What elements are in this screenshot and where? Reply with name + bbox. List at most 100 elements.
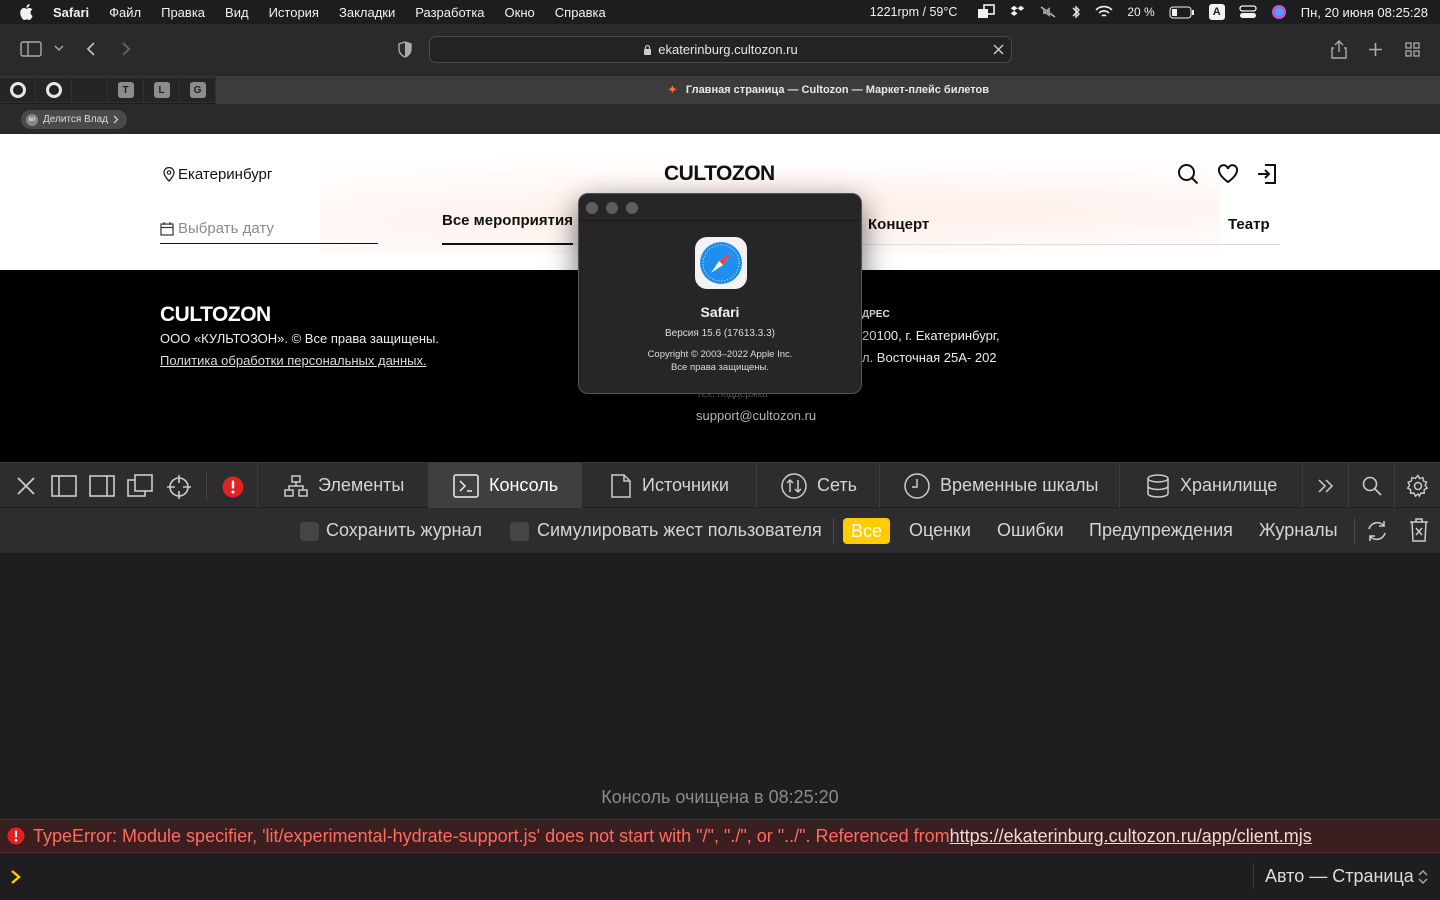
- about-safari-dialog: Safari Версия 15.6 (17613.3.3) Copyright…: [578, 193, 862, 394]
- pinned-tab-g[interactable]: G: [180, 78, 215, 102]
- active-tab[interactable]: ✦ Главная страница — Cultozon — Маркет-п…: [216, 76, 1440, 104]
- input-source-icon[interactable]: A: [1208, 4, 1225, 20]
- error-indicator-icon[interactable]: [222, 476, 244, 498]
- devtools-tab-bar: Элементы Консоль Источники Сеть Временны…: [0, 462, 1440, 508]
- devtools-settings-button[interactable]: [1394, 463, 1440, 508]
- menu-bookmarks[interactable]: Закладки: [339, 5, 395, 20]
- date-picker-placeholder: Выбрать дату: [178, 220, 274, 237]
- support-email-link[interactable]: support@cultozon.ru: [696, 408, 816, 423]
- nav-concert[interactable]: Концерт: [868, 216, 929, 233]
- control-center-icon[interactable]: [1239, 5, 1257, 19]
- pinned-tab-t[interactable]: T: [108, 78, 143, 102]
- pinned-tab-l[interactable]: L: [144, 78, 179, 102]
- filter-logs[interactable]: Журналы: [1259, 520, 1338, 541]
- city-selector[interactable]: Екатеринбург: [163, 166, 272, 183]
- dock-left-icon[interactable]: [51, 475, 77, 497]
- tab-overview-icon[interactable]: [1405, 42, 1420, 57]
- dropbox-icon[interactable]: [1009, 4, 1025, 20]
- battery-icon[interactable]: [1169, 6, 1195, 19]
- lock-icon: [643, 44, 652, 56]
- back-icon[interactable]: [85, 41, 97, 57]
- location-pin-icon: [163, 167, 175, 182]
- shared-by-chip[interactable]: вл Делится Влад: [21, 110, 127, 129]
- pinned-tab-github-1[interactable]: [0, 78, 35, 102]
- tab-console[interactable]: Консоль: [428, 463, 581, 508]
- tab-sources[interactable]: Источники: [581, 463, 756, 508]
- close-devtools-icon[interactable]: [16, 476, 36, 496]
- menu-file[interactable]: Файл: [109, 5, 141, 20]
- tab-timelines[interactable]: Временные шкалы: [879, 463, 1119, 508]
- dock-right-icon[interactable]: [89, 475, 115, 497]
- screens-icon[interactable]: [977, 4, 996, 20]
- address-bar[interactable]: ekaterinburg.cultozon.ru: [429, 36, 1012, 63]
- login-icon[interactable]: [1256, 163, 1278, 185]
- fan-temp-status[interactable]: 1221rpm / 59°C: [870, 5, 958, 19]
- tab-network[interactable]: Сеть: [756, 463, 879, 508]
- filter-errors[interactable]: Ошибки: [997, 520, 1064, 541]
- window-minimize-button[interactable]: [606, 202, 618, 214]
- elements-icon: [284, 474, 308, 497]
- double-chevron-right-icon: [1317, 478, 1335, 494]
- execution-context-select[interactable]: Авто — Страница: [1265, 866, 1428, 887]
- console-icon: [453, 473, 479, 498]
- share-icon[interactable]: [1331, 40, 1347, 59]
- nav-all-events[interactable]: Все мероприятия: [442, 212, 573, 245]
- more-tabs-button[interactable]: [1302, 463, 1348, 508]
- filter-evaluations[interactable]: Оценки: [909, 520, 971, 541]
- city-label: Екатеринбург: [178, 166, 273, 183]
- shared-with-you-bar: [0, 104, 1440, 134]
- site-logo[interactable]: CULTOZON: [664, 162, 775, 186]
- chevron-down-icon[interactable]: [54, 44, 64, 52]
- tab-storage[interactable]: Хранилище: [1119, 463, 1302, 508]
- menu-help[interactable]: Справка: [555, 5, 606, 20]
- siri-icon[interactable]: [1271, 4, 1287, 20]
- shared-by-label: Делится Влад: [43, 114, 108, 125]
- nav-theatre[interactable]: Театр: [1228, 216, 1270, 233]
- apple-icon[interactable]: [19, 4, 33, 20]
- menu-history[interactable]: История: [269, 5, 319, 20]
- menu-app-name[interactable]: Safari: [53, 5, 89, 20]
- wifi-icon[interactable]: [1095, 5, 1113, 19]
- pinned-tab-github-2[interactable]: [36, 78, 71, 102]
- search-icon: [1362, 476, 1382, 496]
- reload-icon[interactable]: [1365, 519, 1389, 543]
- forward-icon[interactable]: [120, 41, 132, 57]
- menu-edit[interactable]: Правка: [161, 5, 205, 20]
- menu-window[interactable]: Окно: [505, 5, 535, 20]
- sidebar-toggle-icon[interactable]: [20, 41, 42, 57]
- privacy-policy-link[interactable]: Политика обработки персональных данных.: [160, 353, 427, 368]
- search-icon[interactable]: [1177, 163, 1199, 185]
- favorites-heart-icon[interactable]: [1217, 164, 1239, 184]
- window-zoom-button[interactable]: [626, 202, 638, 214]
- menu-bar: Safari Файл Правка Вид История Закладки …: [0, 0, 1440, 24]
- tab-elements[interactable]: Элементы: [257, 463, 428, 508]
- chevron-right-icon: [113, 115, 119, 124]
- date-picker[interactable]: Выбрать дату: [160, 214, 378, 244]
- footer-logo[interactable]: CULTOZON: [160, 303, 271, 327]
- mute-icon[interactable]: [1039, 4, 1057, 20]
- simulate-gesture-label[interactable]: Симулировать жест пользователя: [537, 520, 822, 541]
- inspect-element-icon[interactable]: [166, 474, 192, 500]
- clear-url-icon[interactable]: [993, 44, 1004, 55]
- simulate-gesture-checkbox[interactable]: [510, 522, 529, 541]
- github-icon: [9, 82, 26, 98]
- devtools-search-button[interactable]: [1348, 463, 1394, 508]
- preserve-log-checkbox[interactable]: [300, 522, 319, 541]
- clear-console-trash-icon[interactable]: [1409, 518, 1429, 542]
- menu-view[interactable]: Вид: [225, 5, 249, 20]
- pinned-tab-blank[interactable]: [72, 78, 107, 102]
- detach-window-icon[interactable]: [127, 474, 153, 498]
- new-tab-icon[interactable]: [1368, 42, 1383, 57]
- battery-percent[interactable]: 20 %: [1127, 5, 1154, 19]
- filter-all[interactable]: Все: [843, 518, 891, 544]
- about-rights: Все права защищены.: [670, 362, 770, 373]
- preserve-log-label[interactable]: Сохранить журнал: [326, 520, 482, 541]
- menu-develop[interactable]: Разработка: [415, 5, 484, 20]
- menubar-clock[interactable]: Пн, 20 июня 08:25:28: [1301, 5, 1428, 20]
- privacy-shield-icon[interactable]: [397, 41, 413, 59]
- error-source-link[interactable]: https://ekaterinburg.cultozon.ru/app/cli…: [950, 826, 1312, 847]
- bluetooth-icon[interactable]: [1071, 4, 1081, 20]
- window-close-button[interactable]: [586, 202, 598, 214]
- console-prompt-row[interactable]: Авто — Страница: [0, 853, 1440, 900]
- filter-warnings[interactable]: Предупреждения: [1089, 520, 1233, 541]
